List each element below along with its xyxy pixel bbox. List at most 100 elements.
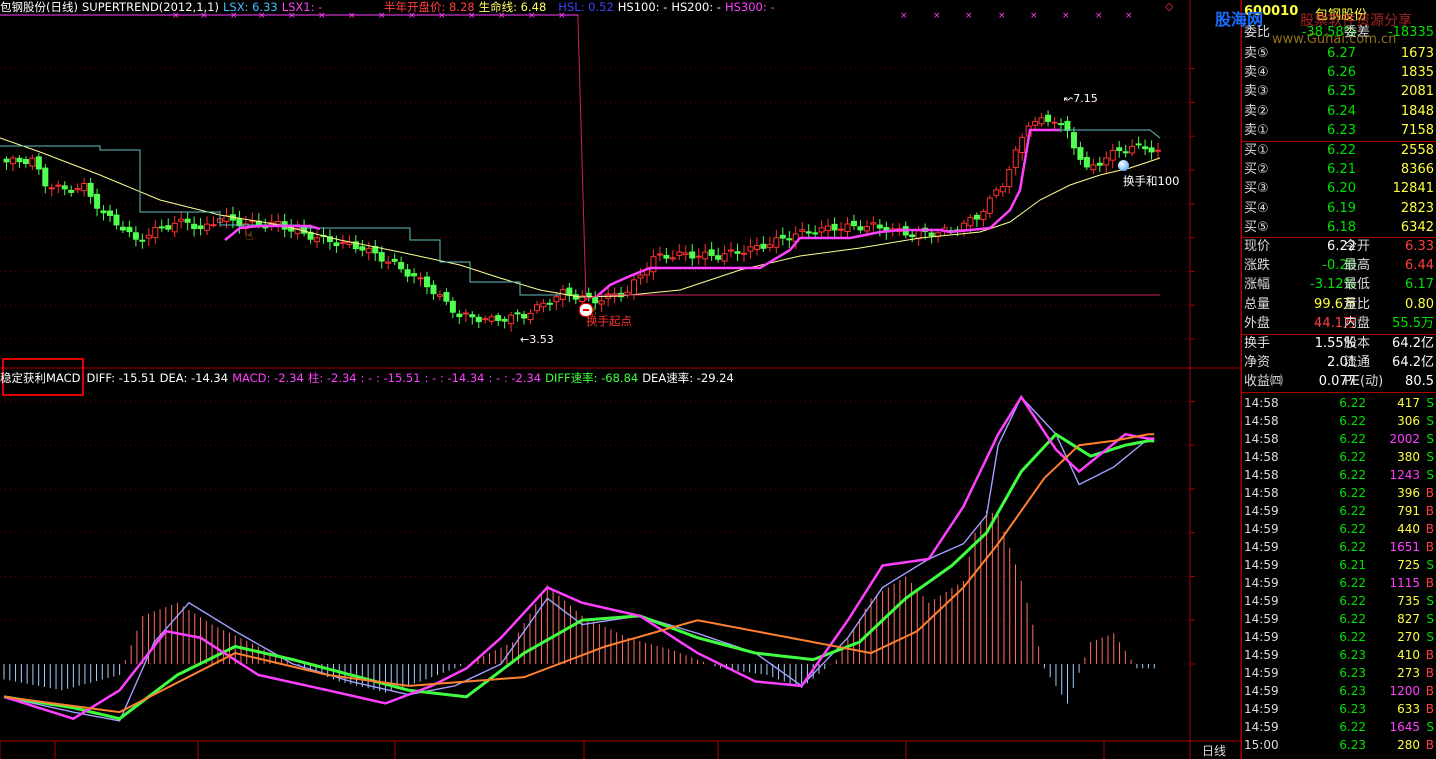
macd-dea-rate: DEA速率: -29.24	[642, 371, 734, 385]
candle	[107, 205, 114, 223]
order-book-row[interactable]: 买⑤ 6.18 6342	[1244, 219, 1436, 237]
candle	[165, 218, 172, 233]
candle	[540, 298, 547, 313]
order-book-row[interactable]: 卖② 6.24 1848	[1244, 103, 1436, 121]
candle	[1109, 143, 1116, 169]
candle	[1032, 116, 1039, 131]
hand-icon: ☝	[589, 304, 597, 318]
candle	[1116, 140, 1123, 158]
candle	[152, 220, 159, 245]
candle	[728, 241, 735, 258]
candle	[436, 290, 443, 301]
candle	[1083, 151, 1090, 171]
tick-row: 14:59 6.22 1645 S	[1244, 720, 1434, 734]
order-label: 买④	[1244, 200, 1269, 216]
price-indicator-header-right: 半年开盘价: 8.28 生命线: 6.48 HSL: 0.52 HS100: - HS2…	[384, 0, 779, 15]
candle	[643, 262, 650, 283]
candle	[786, 230, 793, 248]
candle	[178, 211, 185, 229]
diamond-icon[interactable]: ◇	[1165, 0, 1173, 13]
candle	[973, 212, 980, 227]
candle	[126, 220, 133, 238]
candle	[1129, 139, 1136, 157]
candle	[204, 216, 211, 236]
order-book-row[interactable]: 卖④ 6.26 1835	[1244, 64, 1436, 82]
order-label: 买③	[1244, 181, 1269, 197]
candlestick-series	[3, 110, 1162, 332]
order-book-row[interactable]: 买③ 6.20 12841	[1244, 180, 1436, 198]
order-label: 买①	[1244, 143, 1269, 158]
candle	[94, 188, 101, 217]
candle	[980, 208, 987, 227]
quote-stat-row: 涨幅 -3.12% 最低 6.17	[1244, 277, 1434, 293]
candle	[825, 218, 832, 239]
candle	[618, 286, 625, 302]
candle	[391, 253, 398, 266]
order-price: 6.23	[1327, 122, 1356, 138]
order-book-row[interactable]: 买④ 6.19 2823	[1244, 200, 1436, 218]
candle	[1006, 166, 1013, 194]
candle	[508, 311, 515, 332]
candle	[132, 226, 139, 247]
candle	[469, 311, 476, 325]
order-price: 6.26	[1327, 65, 1356, 81]
candle	[605, 287, 612, 307]
candle	[663, 247, 670, 264]
candle	[656, 246, 663, 262]
candle	[1019, 133, 1026, 161]
candle	[210, 216, 217, 228]
candle	[411, 268, 418, 284]
candle	[74, 183, 81, 194]
candle	[424, 272, 431, 295]
order-book-row[interactable]: 卖① 6.23 7158	[1244, 122, 1436, 140]
period-label[interactable]: 日线	[1202, 742, 1226, 759]
macd-diff-magenta	[3, 394, 1155, 721]
candle	[339, 235, 346, 249]
macd-macd: MACD: -2.34	[232, 371, 304, 385]
candle	[650, 249, 657, 280]
candle	[527, 309, 534, 325]
order-label: 卖④	[1244, 65, 1269, 81]
marker-x: ×	[998, 11, 1006, 21]
order-book-row[interactable]: 卖⑤ 6.27 1673	[1244, 45, 1436, 63]
tick-row: 14:59 6.22 735 S	[1244, 594, 1434, 608]
candle	[715, 247, 722, 263]
tick-row: 14:59 6.23 410 B	[1244, 648, 1434, 662]
order-price: 6.27	[1327, 46, 1356, 61]
tick-row: 14:59 6.23 633 B	[1244, 702, 1434, 716]
candle	[760, 236, 767, 252]
lsx-value: LSX: 6.33	[222, 0, 278, 14]
order-label: 买②	[1244, 162, 1269, 178]
macd-diff: DIFF: -15.51	[86, 371, 156, 385]
order-book-row[interactable]: 买② 6.21 8366	[1244, 161, 1436, 179]
candle	[669, 250, 676, 262]
life-line: 生命线: 6.48	[478, 0, 547, 14]
marker-x: ×	[965, 11, 973, 21]
candle	[87, 177, 94, 204]
quote-stat-row: 外盘 44.1万 内盘 55.5万	[1244, 315, 1434, 331]
candle	[799, 222, 806, 238]
candle	[365, 241, 372, 261]
tick-row: 14:59 6.22 440 B	[1244, 522, 1434, 536]
candle	[3, 156, 10, 170]
candle	[145, 228, 152, 247]
candle	[119, 220, 126, 234]
order-price: 6.22	[1327, 143, 1356, 158]
candle	[533, 300, 540, 314]
candle	[191, 216, 198, 237]
marker-x: ×	[1125, 11, 1133, 21]
order-book-row[interactable]: 卖③ 6.25 2081	[1244, 83, 1436, 101]
stock-title: 包钢股份(日线)	[0, 0, 78, 14]
order-book-row[interactable]: 买① 6.22 2558	[1244, 142, 1436, 160]
tick-row: 14:58 6.22 2002 S	[1244, 432, 1434, 446]
low-price-label: ←3.53	[520, 333, 554, 346]
tick-row: 14:59 6.22 791 B	[1244, 504, 1434, 518]
candle	[197, 218, 204, 236]
candle	[850, 214, 857, 230]
candle	[857, 220, 864, 234]
tick-row: 14:58 6.22 380 S	[1244, 450, 1434, 464]
candle	[55, 180, 62, 194]
order-label: 买⑤	[1244, 219, 1269, 235]
macd-indicator-name[interactable]: 稳定获利MACD	[0, 371, 80, 385]
tick-row: 14:58 6.22 417 S	[1244, 396, 1434, 410]
